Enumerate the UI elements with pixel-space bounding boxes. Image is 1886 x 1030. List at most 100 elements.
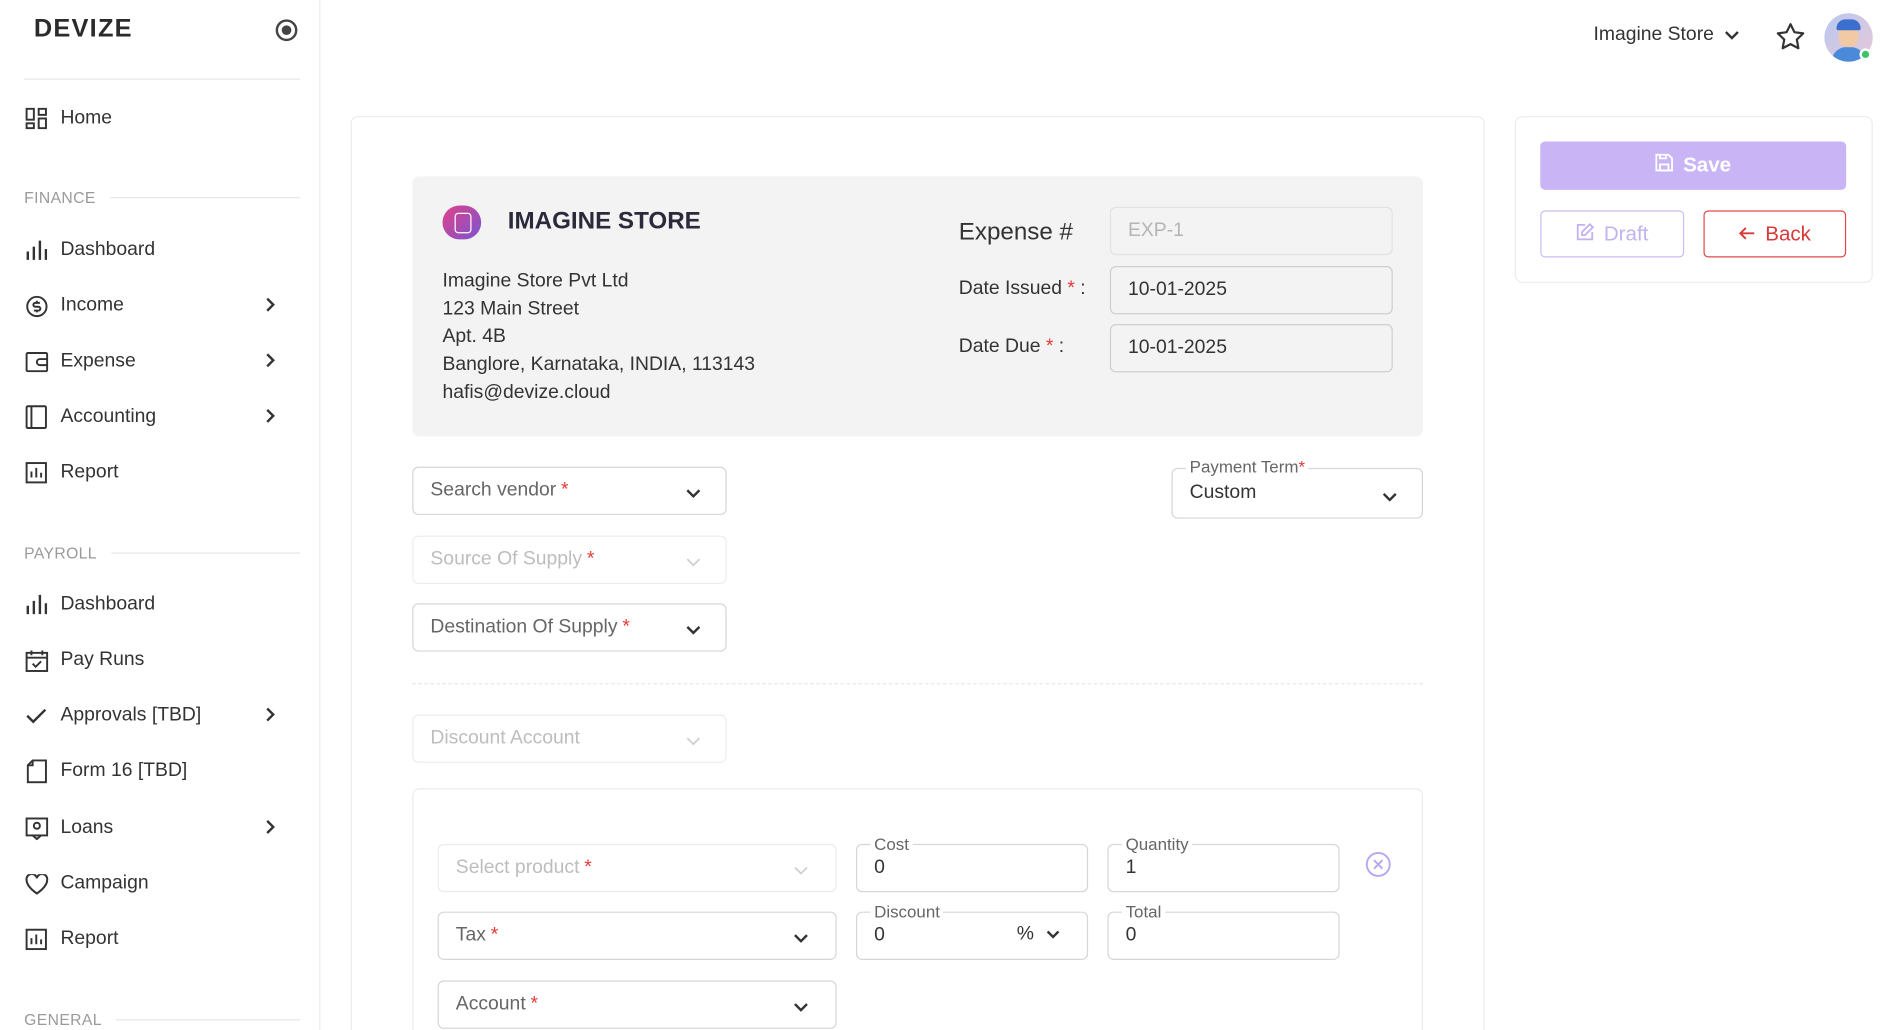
store-name: Imagine Store (1593, 24, 1714, 45)
label-text: Date Due (958, 336, 1041, 357)
source-placeholder: Source Of Supply (430, 548, 583, 570)
chevron-down-icon (686, 551, 702, 573)
payment-term-value: Custom (1189, 482, 1257, 503)
colon: : (1058, 336, 1065, 357)
destination-of-supply-select[interactable]: Destination Of Supply * (412, 603, 727, 652)
payment-term-label: Payment Term* (1186, 457, 1309, 477)
back-button[interactable]: Back (1703, 210, 1847, 258)
chevron-down-icon (793, 860, 809, 882)
label-text: Payment Term (1189, 457, 1299, 477)
section-label: PAYROLL (24, 544, 97, 563)
sidebar-item-label: Loans (60, 817, 114, 838)
vendor-select[interactable]: Search vendor * (412, 466, 727, 516)
sidebar-toggle-icon[interactable] (275, 19, 298, 42)
remove-line-item-icon[interactable] (1365, 851, 1392, 884)
address-line: 123 Main Street (442, 298, 580, 320)
sidebar-item-expense[interactable]: Expense (24, 343, 290, 379)
sidebar-item-label: Accounting (60, 406, 157, 427)
company-logo (442, 205, 482, 240)
required-mark: * (622, 616, 630, 638)
sidebar-item-approvals[interactable]: Approvals [TBD] (24, 698, 290, 734)
date-due-value: 10-01-2025 (1127, 337, 1227, 358)
chevron-right-icon (265, 407, 276, 430)
chevron-down-icon (793, 927, 809, 949)
brand-logo: DEVIZE (33, 14, 133, 43)
label-text: Date Issued (958, 278, 1062, 299)
total-label: Total (1121, 901, 1165, 922)
sidebar-item-payroll-report[interactable]: Report (24, 921, 290, 957)
sidebar-item-label: Home (60, 107, 113, 129)
report-chart-icon (24, 461, 48, 485)
cost-label: Cost (870, 834, 913, 854)
draft-button[interactable]: Draft (1540, 210, 1685, 258)
sidebar-item-form16[interactable]: Form 16 [TBD] (24, 753, 290, 789)
section-general: GENERAL (24, 1011, 300, 1029)
bar-chart-icon (24, 238, 48, 262)
chevron-down-icon (1724, 24, 1740, 46)
tax-select[interactable]: Tax * (437, 911, 837, 960)
star-icon[interactable] (1775, 22, 1806, 58)
address-line: Apt. 4B (442, 326, 506, 347)
discount-account-select[interactable]: Discount Account (412, 714, 727, 763)
required-mark: * (490, 924, 499, 946)
section-payroll: PAYROLL (24, 544, 300, 562)
discount-unit-select[interactable]: % (1017, 924, 1061, 946)
date-issued-field[interactable]: 10-01-2025 (1109, 265, 1393, 315)
chevron-down-icon (1382, 486, 1398, 508)
sidebar-item-label: Approvals [TBD] (60, 704, 202, 726)
document-icon (24, 759, 48, 784)
store-selector[interactable]: Imagine Store (1593, 24, 1739, 46)
sidebar-item-finance-dashboard[interactable]: Dashboard (24, 232, 290, 268)
sidebar-item-payroll-dashboard[interactable]: Dashboard (24, 586, 290, 622)
sidebar-item-accounting[interactable]: Accounting (24, 399, 290, 435)
address-line: Imagine Store Pvt Ltd (442, 270, 629, 292)
chevron-down-icon (686, 730, 702, 752)
account-select[interactable]: Account * (437, 980, 837, 1029)
date-due-label: Date Due * : (959, 336, 1064, 358)
section-finance: FINANCE (24, 189, 300, 207)
total-value: 0 (1125, 924, 1137, 946)
date-issued-label: Date Issued * : (959, 278, 1086, 300)
sidebar-item-label: Pay Runs (60, 649, 145, 670)
product-select[interactable]: Select product * (437, 843, 837, 893)
section-label: GENERAL (24, 1010, 102, 1029)
destination-placeholder: Destination Of Supply (430, 616, 618, 638)
calendar-check-icon (24, 648, 48, 672)
required-mark: * (584, 857, 592, 878)
save-icon (1655, 153, 1674, 178)
source-of-supply-select[interactable]: Source Of Supply * (412, 535, 727, 584)
sidebar-item-finance-report[interactable]: Report (24, 455, 290, 491)
discount-account-placeholder: Discount Account (430, 727, 580, 749)
discount-value: 0 (874, 924, 885, 946)
sidebar-item-income[interactable]: Income (24, 288, 290, 324)
dollar-circle-icon (24, 294, 48, 318)
date-due-field[interactable]: 10-01-2025 (1109, 324, 1393, 373)
draft-label: Draft (1603, 221, 1649, 245)
required-mark: * (530, 993, 539, 1015)
chevron-right-icon (265, 818, 276, 841)
chevron-right-icon (265, 706, 276, 729)
required-mark: * (586, 548, 595, 570)
divider (24, 78, 300, 80)
discount-label: Discount (870, 901, 944, 922)
required-mark: * (1067, 278, 1075, 299)
company-email: hafis@devize.cloud (442, 382, 611, 403)
sidebar-item-loans[interactable]: Loans (24, 810, 290, 846)
sidebar-item-pay-runs[interactable]: Pay Runs (24, 642, 290, 678)
chevron-right-icon (265, 352, 276, 375)
chevron-down-icon (686, 482, 702, 504)
sidebar-item-label: Dashboard (60, 239, 156, 260)
bar-chart-icon (24, 592, 48, 616)
quantity-value: 1 (1125, 857, 1137, 878)
sidebar-item-label: Expense (60, 350, 136, 372)
section-label: FINANCE (24, 188, 96, 207)
sidebar-item-campaign[interactable]: Campaign (24, 866, 290, 902)
discount-unit: % (1016, 923, 1034, 945)
save-button[interactable]: Save (1540, 141, 1847, 190)
sidebar-item-label: Form 16 [TBD] (60, 760, 188, 782)
ledger-book-icon (24, 405, 48, 429)
sidebar-item-home[interactable]: Home (24, 100, 290, 136)
vendor-placeholder: Search vendor (430, 479, 557, 501)
online-status-indicator (1859, 48, 1872, 61)
company-name: IMAGINE STORE (507, 207, 701, 235)
